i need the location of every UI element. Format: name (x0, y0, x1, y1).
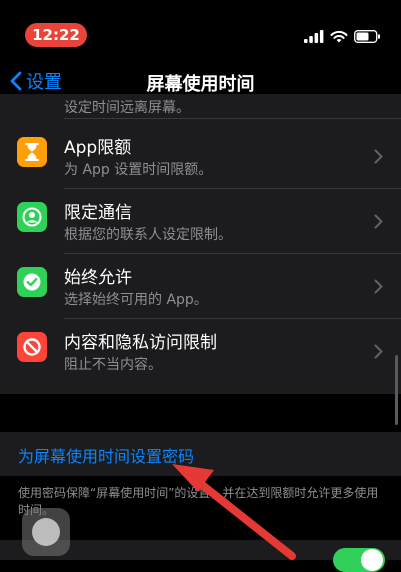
list-item-subtitle: 根据您的联系人设定限制。 (64, 227, 232, 243)
list-item-title: 始终允许 (64, 268, 132, 288)
chevron-right-icon (374, 344, 383, 359)
status-icons (304, 28, 381, 44)
wifi-icon (330, 30, 348, 42)
list-item-title: 内容和隐私访问限制 (64, 333, 217, 353)
share-across-devices-toggle[interactable] (333, 548, 385, 572)
screen-time-options-list: 设定时间远离屏幕。 App限额 为 App 设置时间限额。 限定通信 根据您的联… (0, 94, 401, 394)
navigation-bar: 设置 屏幕使用时间 (0, 58, 401, 95)
set-passcode-link[interactable]: 为屏幕使用时间设置密码 (18, 443, 194, 467)
list-item-subtitle: 阻止不当内容。 (64, 357, 162, 373)
toggle-knob (361, 549, 383, 571)
person-circle-icon (17, 202, 47, 232)
list-item-subtitle: 选择始终可用的 App。 (64, 292, 208, 308)
no-entry-icon (17, 332, 47, 362)
list-item-downtime[interactable]: 设定时间远离屏幕。 (0, 94, 401, 119)
list-item-title: 限定通信 (64, 203, 132, 223)
battery-icon (354, 29, 380, 43)
list-item-subtitle: 设定时间远离屏幕。 (64, 100, 190, 116)
passcode-footer-note: 使用密码保障“屏幕使用时间”的设置，并在达到限额时允许更多使用时间。 (18, 486, 379, 517)
status-bar: 12:22 (0, 0, 401, 56)
list-item-app-limits[interactable]: App限额 为 App 设置时间限额。 (0, 124, 401, 189)
assistive-touch-dot (32, 518, 60, 546)
cellular-signal-icon (304, 29, 324, 43)
scroll-indicator[interactable] (395, 355, 398, 425)
list-item-always-allowed[interactable]: 始终允许 选择始终可用的 App。 (0, 254, 401, 319)
set-passcode-row[interactable]: 为屏幕使用时间设置密码 (0, 432, 401, 476)
status-time: 12:22 (25, 23, 87, 47)
checkmark-seal-icon (17, 267, 47, 297)
hourglass-icon (17, 137, 47, 167)
list-item-title: App限额 (64, 138, 132, 158)
assistive-touch-button[interactable] (22, 508, 70, 556)
chevron-right-icon (374, 279, 383, 294)
page-title: 屏幕使用时间 (146, 74, 255, 95)
list-item-communication-limits[interactable]: 限定通信 根据您的联系人设定限制。 (0, 189, 401, 254)
separator (64, 118, 401, 119)
list-item-content-privacy-restrictions[interactable]: 内容和隐私访问限制 阻止不当内容。 (0, 319, 401, 384)
list-item-subtitle: 为 App 设置时间限额。 (64, 162, 213, 178)
chevron-right-icon (374, 214, 383, 229)
chevron-right-icon (374, 149, 383, 164)
